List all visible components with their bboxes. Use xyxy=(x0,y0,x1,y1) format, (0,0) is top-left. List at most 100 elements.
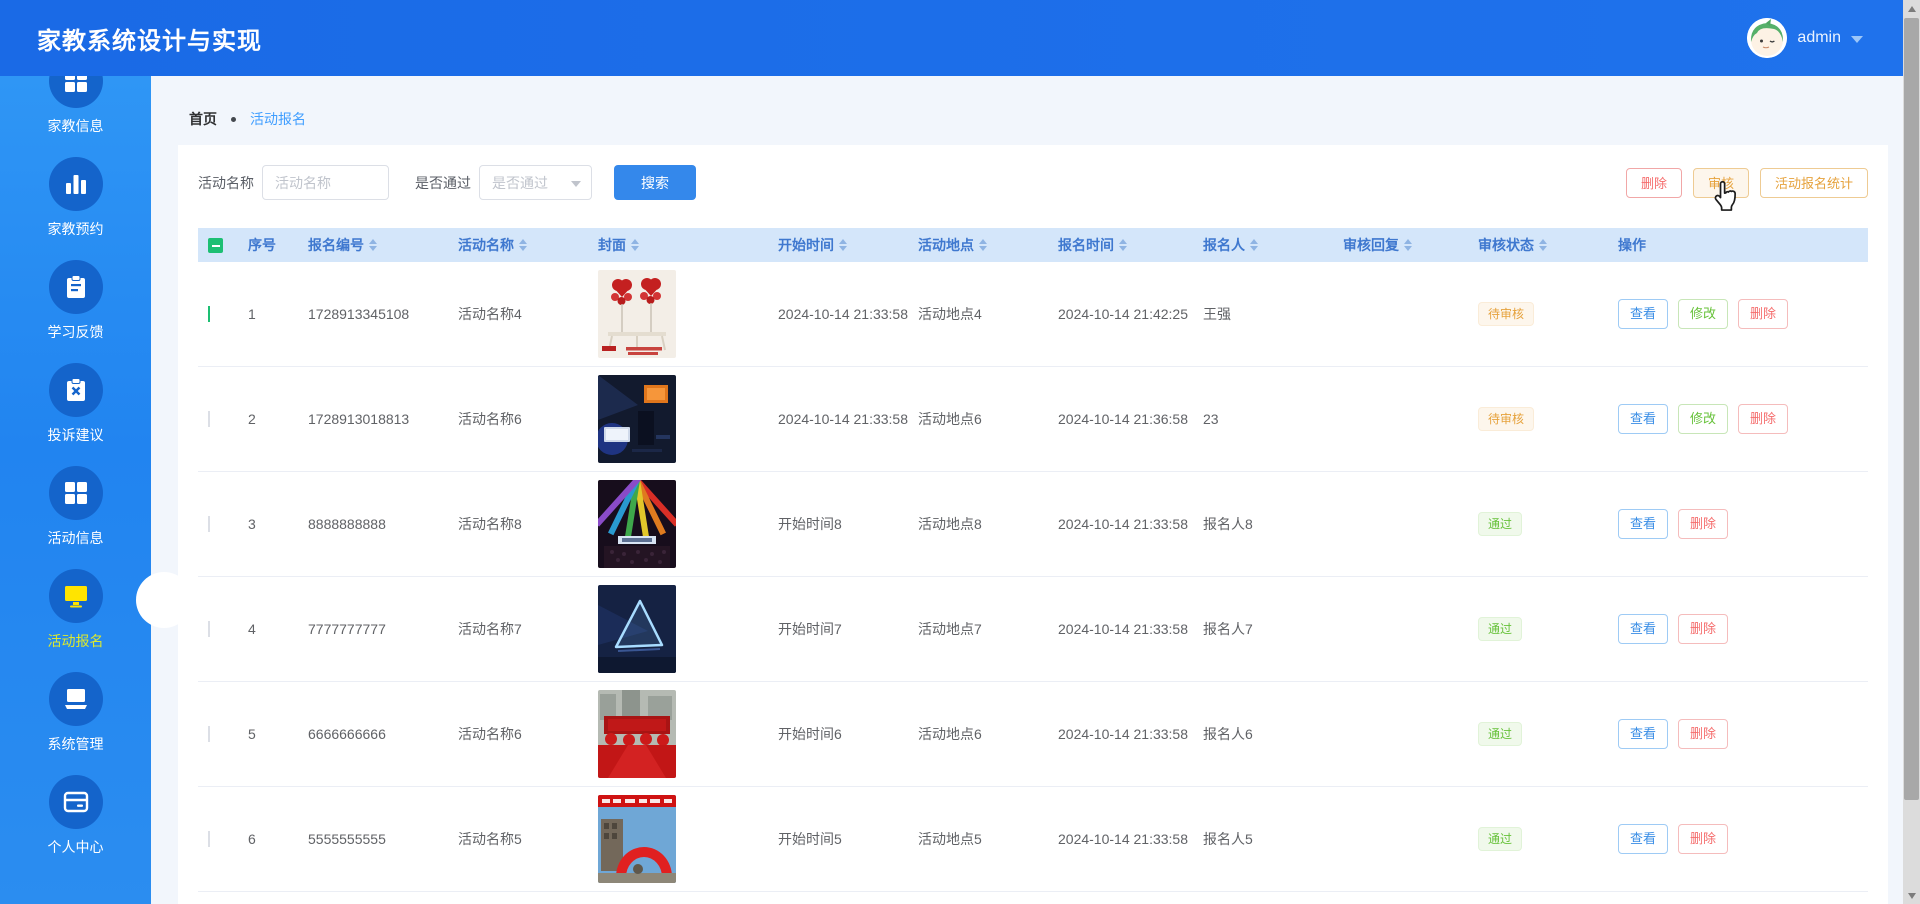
sort-arrows-icon[interactable] xyxy=(369,239,377,251)
view-button[interactable]: 查看 xyxy=(1618,299,1669,329)
activity-name-label: 活动名称 xyxy=(198,174,254,191)
row-checkbox[interactable] xyxy=(208,726,210,742)
sidebar-item-complaints[interactable]: 投诉建议 xyxy=(0,352,151,455)
row-checkbox[interactable] xyxy=(208,621,210,637)
sidebar-item-label: 家教信息 xyxy=(47,117,104,134)
view-button[interactable]: 查看 xyxy=(1618,509,1669,539)
view-button[interactable]: 查看 xyxy=(1618,824,1669,854)
view-button[interactable]: 查看 xyxy=(1618,719,1669,749)
clipboard-icon xyxy=(48,259,103,314)
sidebar-item-tutor-booking[interactable]: 家教预约 xyxy=(0,146,151,249)
user-avatar[interactable] xyxy=(1747,18,1788,58)
delete-button[interactable]: 删除 xyxy=(1738,404,1789,434)
cell-index: 3 xyxy=(248,516,256,532)
batch-delete-button[interactable]: 删除 xyxy=(1625,167,1682,198)
sidebar-item-tutor-info[interactable]: 家教信息 xyxy=(0,76,151,146)
delete-button[interactable]: 删除 xyxy=(1678,614,1729,644)
breadcrumb-separator-dot xyxy=(231,116,236,122)
delete-button[interactable]: 删除 xyxy=(1678,719,1729,749)
pass-filter-placeholder: 是否通过 xyxy=(492,174,548,191)
row-checkbox[interactable] xyxy=(208,411,210,427)
sort-arrows-icon[interactable] xyxy=(631,239,639,251)
sort-arrows-icon[interactable] xyxy=(1404,239,1412,251)
signup-stats-button[interactable]: 活动报名统计 xyxy=(1759,167,1868,198)
sort-arrows-icon[interactable] xyxy=(839,239,847,251)
cell-start-time: 开始时间7 xyxy=(778,621,842,637)
cell-activity-place: 活动地点4 xyxy=(918,306,982,322)
cell-operations: 查看 删除 xyxy=(1608,509,1868,539)
column-label: 序号 xyxy=(248,237,276,253)
sidebar-item-system-management[interactable]: 系统管理 xyxy=(0,661,151,764)
column-header-place: 活动地点 xyxy=(908,235,1048,255)
column-label: 活动地点 xyxy=(918,237,974,253)
cover-thumbnail[interactable] xyxy=(598,585,768,673)
delete-button[interactable]: 删除 xyxy=(1738,299,1789,329)
table-row: 1 1728913345108 活动名称4 2024-10-14 21:33:5… xyxy=(198,262,1868,367)
filter-toolbar-row: 活动名称 是否通过 是否通过 搜索 删除 审核 活动报名统计 xyxy=(198,165,1868,200)
main-content: 首页 活动报名 活动名称 是否通过 是否通过 搜索 删除 审核 活动报名统计 xyxy=(151,76,1903,904)
cell-start-time: 2024-10-14 21:33:58 xyxy=(778,411,908,427)
activity-name-input[interactable] xyxy=(262,165,389,200)
cell-cover xyxy=(588,375,768,463)
user-menu[interactable]: admin xyxy=(1747,0,1863,76)
scrollbar-down-arrow[interactable] xyxy=(1903,887,1920,904)
cover-thumbnail[interactable] xyxy=(598,795,768,883)
sidebar-nav: 家教信息 家教预约 学习反馈 投诉建议 活动信息 活动报名 系统管理 个人中心 xyxy=(0,76,151,904)
cell-cover xyxy=(588,480,768,568)
cell-index: 5 xyxy=(248,726,256,742)
sidebar-item-label: 投诉建议 xyxy=(47,426,104,443)
sort-arrows-icon[interactable] xyxy=(979,239,987,251)
edit-button[interactable]: 修改 xyxy=(1678,404,1729,434)
scrollbar-up-arrow[interactable] xyxy=(1903,0,1920,17)
app-window: 家教系统设计与实现 admin 家教信息 家教预约 学习反馈 投诉建议 活动信息… xyxy=(0,0,1920,904)
view-button[interactable]: 查看 xyxy=(1618,614,1669,644)
view-button[interactable]: 查看 xyxy=(1618,404,1669,434)
select-all-checkbox[interactable] xyxy=(208,237,223,253)
delete-button[interactable]: 删除 xyxy=(1678,824,1729,854)
cover-thumbnail[interactable] xyxy=(598,270,768,358)
cover-thumbnail[interactable] xyxy=(598,690,768,778)
review-button[interactable]: 审核 xyxy=(1692,167,1749,198)
sidebar-item-activity-info[interactable]: 活动信息 xyxy=(0,455,151,558)
cell-signup-code: 8888888888 xyxy=(308,516,386,532)
cell-index: 2 xyxy=(248,411,256,427)
cell-signup-time: 2024-10-14 21:33:58 xyxy=(1058,726,1188,742)
cover-thumbnail[interactable] xyxy=(598,375,768,463)
scrollbar-thumb[interactable] xyxy=(1904,18,1919,800)
breadcrumb-current[interactable]: 活动报名 xyxy=(250,109,306,129)
column-label: 操作 xyxy=(1618,237,1646,253)
cell-start-time: 开始时间5 xyxy=(778,831,842,847)
cell-activity-place: 活动地点5 xyxy=(918,831,982,847)
column-label: 活动名称 xyxy=(458,237,514,253)
cell-operations: 查看 删除 xyxy=(1608,719,1868,749)
cell-activity-place: 活动地点6 xyxy=(918,411,982,427)
cell-operations: 查看 修改 删除 xyxy=(1608,404,1868,434)
row-checkbox[interactable] xyxy=(208,516,210,532)
sort-arrows-icon[interactable] xyxy=(519,239,527,251)
edit-button[interactable]: 修改 xyxy=(1678,299,1729,329)
sidebar-item-activity-signup[interactable]: 活动报名 xyxy=(0,558,151,661)
search-button[interactable]: 搜索 xyxy=(614,165,696,200)
row-checkbox[interactable] xyxy=(208,831,210,847)
clipboard-x-icon xyxy=(48,362,103,417)
sort-arrows-icon[interactable] xyxy=(1539,239,1547,251)
sort-arrows-icon[interactable] xyxy=(1250,239,1258,251)
cell-signup-person: 王强 xyxy=(1203,306,1231,322)
sidebar-item-personal-center[interactable]: 个人中心 xyxy=(0,764,151,867)
cell-activity-name: 活动名称7 xyxy=(458,621,522,637)
cover-thumbnail[interactable] xyxy=(598,480,768,568)
cell-activity-name: 活动名称5 xyxy=(458,831,522,847)
cell-cover xyxy=(588,585,768,673)
pass-filter-select[interactable]: 是否通过 xyxy=(479,165,592,200)
cell-signup-code: 1728913018813 xyxy=(308,411,410,427)
delete-button[interactable]: 删除 xyxy=(1678,509,1729,539)
cell-signup-person: 报名人7 xyxy=(1203,621,1253,637)
breadcrumb-home[interactable]: 首页 xyxy=(189,109,217,129)
row-checkbox[interactable] xyxy=(208,306,210,322)
status-badge: 通过 xyxy=(1478,827,1523,851)
sidebar-item-study-feedback[interactable]: 学习反馈 xyxy=(0,249,151,352)
cell-signup-time: 2024-10-14 21:33:58 xyxy=(1058,621,1188,637)
sort-arrows-icon[interactable] xyxy=(1119,239,1127,251)
column-label: 开始时间 xyxy=(778,237,834,253)
status-badge: 通过 xyxy=(1478,512,1523,536)
